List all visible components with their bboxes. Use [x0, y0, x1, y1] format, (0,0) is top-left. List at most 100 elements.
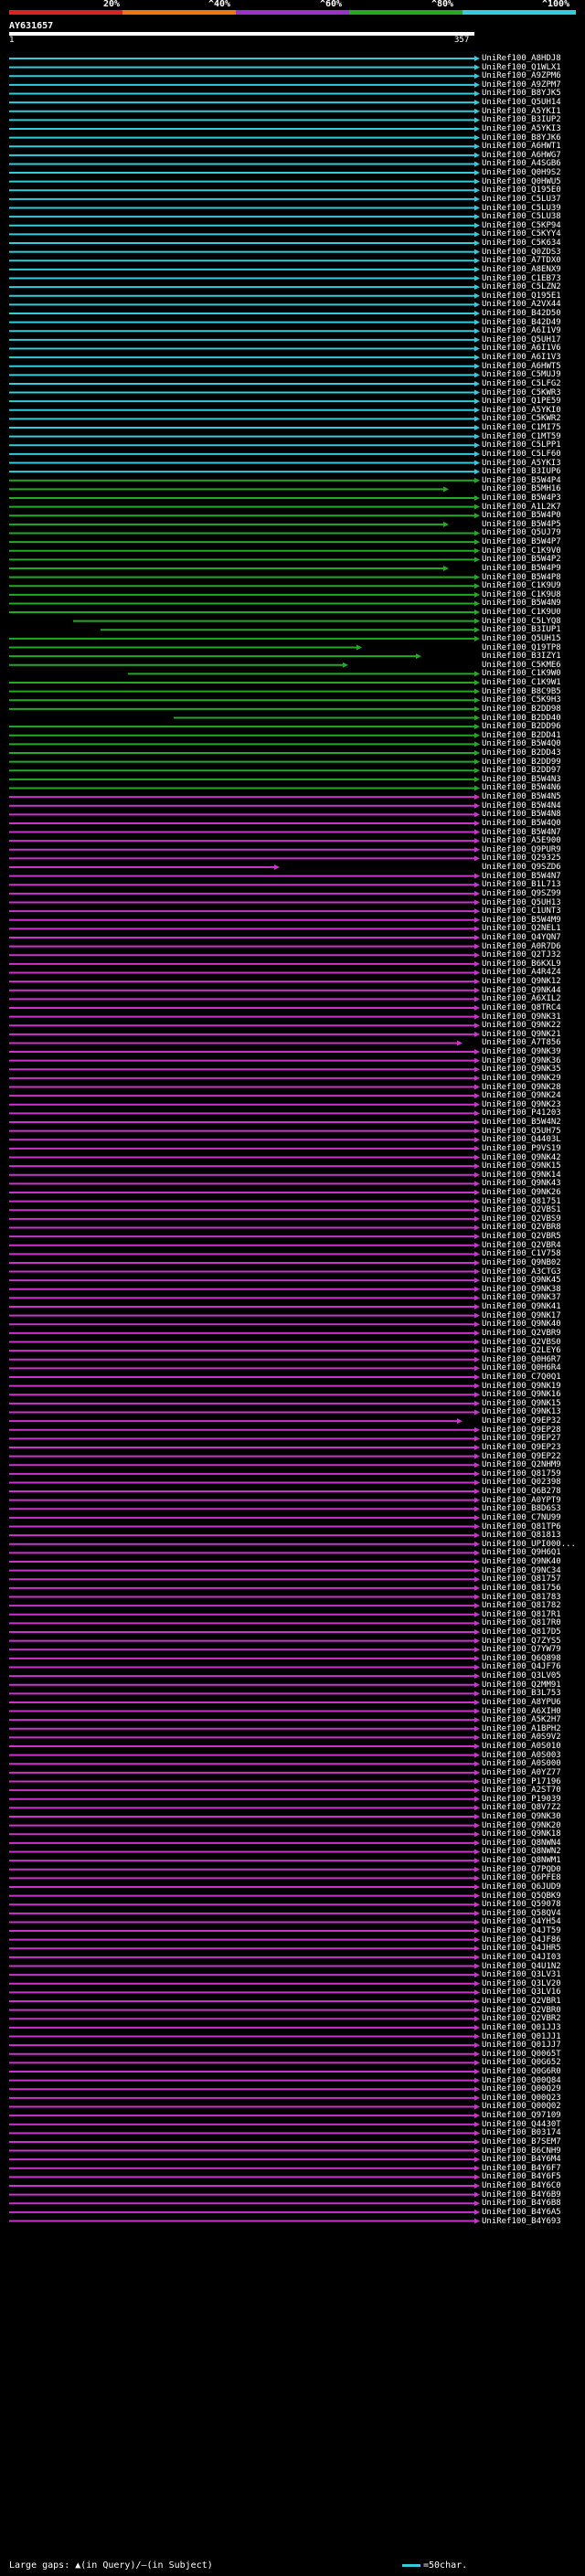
hit-label[interactable]: UniRef100_C1V758: [482, 1250, 561, 1258]
hit-label[interactable]: UniRef100_B5W4N5: [482, 793, 561, 801]
hit-label[interactable]: UniRef100_A5E900: [482, 837, 561, 845]
hit-label[interactable]: UniRef100_Q8TRC4: [482, 1003, 561, 1012]
hit-label[interactable]: UniRef100_A9ZPM6: [482, 72, 561, 80]
hit-label[interactable]: UniRef100_Q4YQN7: [482, 934, 561, 942]
hit-label[interactable]: UniRef100_Q0G6R0: [482, 2067, 561, 2076]
hit-label[interactable]: UniRef100_Q0H9S2: [482, 169, 561, 177]
hit-label[interactable]: UniRef100_Q9NK43: [482, 1180, 561, 1188]
hit-label[interactable]: UniRef100_Q9NK16: [482, 1391, 561, 1399]
hit-label[interactable]: UniRef100_Q9NK39: [482, 1048, 561, 1056]
hit-label[interactable]: UniRef100_A0S010: [482, 1743, 561, 1751]
hit-label[interactable]: UniRef100_Q9EP27: [482, 1435, 561, 1443]
hit-label[interactable]: UniRef100_Q2VBR2: [482, 2015, 561, 2023]
hit-label[interactable]: UniRef100_Q4JI03: [482, 1953, 561, 1962]
hit-label[interactable]: UniRef100_C5LZN2: [482, 283, 561, 292]
hit-label[interactable]: UniRef100_C1K9U9: [482, 582, 561, 590]
hit-label[interactable]: UniRef100_Q9NB02: [482, 1258, 561, 1267]
hit-label[interactable]: UniRef100_Q4403L: [482, 1136, 561, 1144]
hit-label[interactable]: UniRef100_Q5UH15: [482, 634, 561, 643]
hit-label[interactable]: UniRef100_Q9NK30: [482, 1813, 561, 1821]
hit-label[interactable]: UniRef100_Q9EP32: [482, 1417, 561, 1426]
hit-label[interactable]: UniRef100_Q9NK18: [482, 1830, 561, 1839]
hit-label[interactable]: UniRef100_Q9SZD6: [482, 864, 561, 872]
hit-label[interactable]: UniRef100_P9VS19: [482, 1144, 561, 1153]
hit-label[interactable]: UniRef100_Q9EP23: [482, 1443, 561, 1452]
hit-label[interactable]: UniRef100_C1K9W1: [482, 679, 561, 687]
hit-label[interactable]: UniRef100_C5MUJ9: [482, 371, 561, 379]
hit-label[interactable]: UniRef100_C5LPP1: [482, 441, 561, 450]
hit-label[interactable]: UniRef100_Q9NK24: [482, 1092, 561, 1100]
hit-label[interactable]: UniRef100_Q3LV31: [482, 1971, 561, 1979]
hit-label[interactable]: UniRef100_Q2TJ32: [482, 951, 561, 959]
hit-label[interactable]: UniRef100_Q9NK29: [482, 1074, 561, 1083]
hit-label[interactable]: UniRef100_B8D6S3: [482, 1505, 561, 1513]
hit-label[interactable]: UniRef100_Q2NHM9: [482, 1461, 561, 1469]
hit-label[interactable]: UniRef100_Q5UH14: [482, 99, 561, 107]
hit-label[interactable]: UniRef100_Q8NWM1: [482, 1857, 561, 1865]
hit-label[interactable]: UniRef100_B7SEM7: [482, 2137, 561, 2147]
hit-label[interactable]: UniRef100_Q00Q29: [482, 2085, 561, 2094]
hit-label[interactable]: UniRef100_B42D50: [482, 309, 561, 318]
hit-label[interactable]: UniRef100_B5W4P3: [482, 494, 561, 503]
hit-label[interactable]: UniRef100_C5LU38: [482, 213, 561, 221]
hit-label[interactable]: UniRef100_B5W4P9: [482, 564, 561, 573]
hit-label[interactable]: UniRef100_Q9NK41: [482, 1303, 561, 1311]
hit-label[interactable]: UniRef100_B5W4N8: [482, 811, 561, 819]
hit-label[interactable]: UniRef100_B5W4P2: [482, 556, 561, 564]
hit-label[interactable]: UniRef100_B4Y6C0: [482, 2182, 561, 2190]
hit-label[interactable]: UniRef100_A8YPU6: [482, 1698, 561, 1707]
hit-label[interactable]: UniRef100_Q97109: [482, 2112, 561, 2120]
hit-label[interactable]: UniRef100_Q9NK40: [482, 1558, 561, 1566]
hit-label[interactable]: UniRef100_B2DD96: [482, 723, 561, 731]
hit-label[interactable]: UniRef100_C5LF60: [482, 450, 561, 459]
hit-label[interactable]: UniRef100_A8HDJ8: [482, 55, 561, 63]
hit-label[interactable]: UniRef100_A6I1V9: [482, 327, 561, 335]
hit-label[interactable]: UniRef100_C5LU37: [482, 195, 561, 204]
hit-label[interactable]: UniRef100_C5K634: [482, 239, 561, 248]
hit-label[interactable]: UniRef100_Q7YW79: [482, 1646, 561, 1654]
hit-label[interactable]: UniRef100_Q6PFE8: [482, 1874, 561, 1882]
hit-label[interactable]: UniRef100_Q59078: [482, 1901, 561, 1909]
hit-label[interactable]: UniRef100_Q9NK22: [482, 1022, 561, 1030]
hit-label[interactable]: UniRef100_Q81757: [482, 1575, 561, 1584]
hit-label[interactable]: UniRef100_Q81813: [482, 1532, 561, 1540]
hit-label[interactable]: UniRef100_B1L713: [482, 881, 561, 889]
hit-label[interactable]: UniRef100_Q0G652: [482, 2059, 561, 2067]
hit-label[interactable]: UniRef100_Q195E0: [482, 186, 561, 195]
hit-label[interactable]: UniRef100_B5W4P0: [482, 512, 561, 520]
hit-label[interactable]: UniRef100_B2DD98: [482, 705, 561, 714]
hit-label[interactable]: UniRef100_B3IUP6: [482, 468, 561, 476]
hit-label[interactable]: UniRef100_Q817D5: [482, 1627, 561, 1637]
hit-label[interactable]: UniRef100_Q9NK40: [482, 1320, 561, 1329]
hit-label[interactable]: UniRef100_Q9NK35: [482, 1065, 561, 1074]
hit-label[interactable]: UniRef100_B4Y693: [482, 2217, 561, 2226]
hit-label[interactable]: UniRef100_Q2VBS1: [482, 1206, 561, 1214]
hit-label[interactable]: UniRef100_B5W4Q0: [482, 819, 561, 828]
hit-label[interactable]: UniRef100_A5K2H7: [482, 1716, 561, 1724]
hit-label[interactable]: UniRef100_Q6JUD9: [482, 1882, 561, 1892]
hit-label[interactable]: UniRef100_Q2LEY6: [482, 1347, 561, 1355]
hit-label[interactable]: UniRef100_Q9NK45: [482, 1277, 561, 1285]
hit-label[interactable]: UniRef100_Q81756: [482, 1584, 561, 1593]
hit-label[interactable]: UniRef100_C7Q0Q1: [482, 1373, 561, 1382]
hit-label[interactable]: UniRef100_A2VX44: [482, 301, 561, 309]
hit-label[interactable]: UniRef100_C1UNT3: [482, 907, 561, 916]
hit-label[interactable]: UniRef100_Q4JHR5: [482, 1945, 561, 1953]
hit-label[interactable]: UniRef100_Q81782: [482, 1602, 561, 1610]
hit-label[interactable]: UniRef100_B4Y6A5: [482, 2208, 561, 2217]
hit-label[interactable]: UniRef100_C5K9H3: [482, 696, 561, 705]
hit-label[interactable]: UniRef100_A8ENX9: [482, 265, 561, 274]
hit-label[interactable]: UniRef100_C1K9U0: [482, 609, 561, 617]
hit-label[interactable]: UniRef100_B4Y6B8: [482, 2200, 561, 2208]
hit-label[interactable]: UniRef100_C1MI75: [482, 424, 561, 432]
hit-label[interactable]: UniRef100_C7NU99: [482, 1513, 561, 1522]
hit-label[interactable]: UniRef100_Q2VBR9: [482, 1329, 561, 1338]
hit-label[interactable]: UniRef100_Q2VBR1: [482, 1998, 561, 2006]
hit-label[interactable]: UniRef100_Q1PE59: [482, 398, 561, 406]
hit-label[interactable]: UniRef100_B3IUP1: [482, 626, 561, 634]
hit-label[interactable]: UniRef100_B3IZY1: [482, 652, 561, 661]
hit-label[interactable]: UniRef100_A0S000: [482, 1760, 561, 1768]
hit-label[interactable]: UniRef100_B5W4P7: [482, 538, 561, 546]
hit-label[interactable]: UniRef100_B3IUP2: [482, 116, 561, 124]
hit-label[interactable]: UniRef100_Q9NK12: [482, 978, 561, 986]
